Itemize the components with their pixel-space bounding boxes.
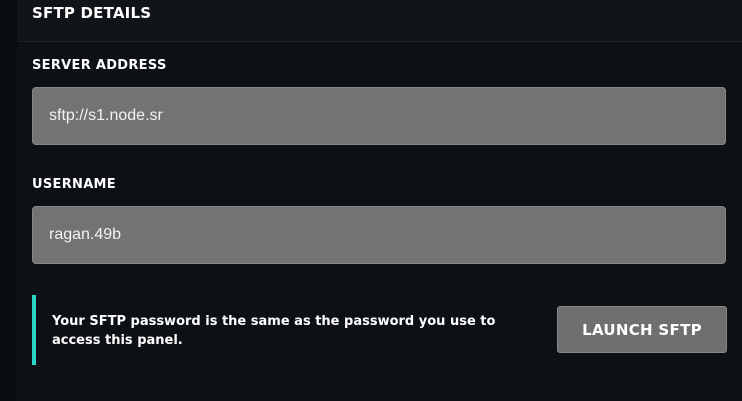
card-title: SFTP DETAILS bbox=[32, 4, 152, 22]
sftp-details-card: SFTP DETAILS SERVER ADDRESS USERNAME You… bbox=[17, 0, 742, 401]
password-notice: Your SFTP password is the same as the pa… bbox=[32, 295, 542, 365]
server-address-label: SERVER ADDRESS bbox=[32, 58, 167, 73]
launch-sftp-button[interactable]: LAUNCH SFTP bbox=[557, 306, 727, 353]
server-address-input[interactable] bbox=[32, 87, 726, 145]
username-label: USERNAME bbox=[32, 177, 116, 192]
username-input[interactable] bbox=[32, 206, 726, 264]
card-header: SFTP DETAILS bbox=[17, 0, 742, 42]
password-notice-text: Your SFTP password is the same as the pa… bbox=[52, 314, 496, 348]
sidebar-edge bbox=[0, 0, 17, 401]
